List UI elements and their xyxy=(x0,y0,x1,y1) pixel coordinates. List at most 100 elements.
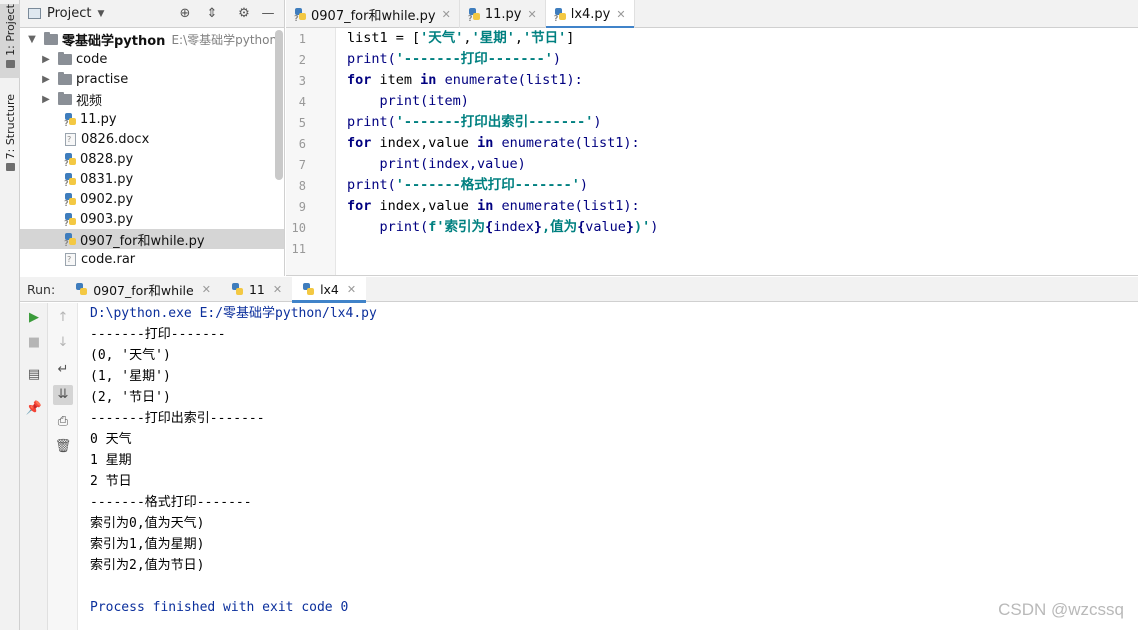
tree-scrollbar[interactable] xyxy=(275,30,283,180)
tree-root[interactable]: ▼ 零基础学python E:\零基础学python xyxy=(20,29,284,49)
run-tab-lx4[interactable]: lx4 ✕ xyxy=(292,276,367,303)
tree-file[interactable]: ? 11.py xyxy=(20,109,284,129)
tree-item-label: 0831.py xyxy=(80,171,134,187)
console-line: (0, '天气') xyxy=(90,348,171,363)
python-file-icon: ? xyxy=(64,112,77,128)
run-tab-bar: Run: 0907_for和while ✕ 11 ✕ lx4 ✕ xyxy=(20,276,1138,303)
python-file-icon: ? xyxy=(64,172,77,188)
tree-file[interactable]: 0826.docx xyxy=(20,129,284,149)
editor-tab-label: 11.py xyxy=(484,6,522,22)
chevron-right-icon[interactable]: ▶ xyxy=(40,54,52,65)
run-console[interactable]: D:\python.exe E:/零基础学python/lx4.py -----… xyxy=(79,303,1138,630)
python-file-icon: ? xyxy=(294,7,307,23)
pin-icon[interactable]: 📌 xyxy=(24,399,44,419)
builtin-token: print( xyxy=(347,114,396,130)
python-file-icon: ? xyxy=(64,212,77,228)
editor-tab-lx4[interactable]: ? lx4.py ✕ xyxy=(545,0,635,29)
tree-file-selected[interactable]: ? 0907_for和while.py xyxy=(20,229,284,249)
code-token: index,value xyxy=(371,198,478,214)
hide-panel-icon[interactable]: — xyxy=(260,6,276,22)
console-line: (2, '节日') xyxy=(90,390,171,405)
tree-folder-practise[interactable]: ▶ practise xyxy=(20,69,284,89)
run-tab-11[interactable]: 11 ✕ xyxy=(221,277,292,302)
structure-tool-icon xyxy=(5,163,15,172)
editor-tab-0907[interactable]: ? 0907_for和while.py ✕ xyxy=(286,0,460,28)
trash-icon[interactable]: 🗑 xyxy=(53,437,73,457)
line-number: 3 xyxy=(298,74,306,88)
string-token: '-------打印出索引-------' xyxy=(395,114,594,130)
tree-file[interactable]: ? 0903.py xyxy=(20,209,284,229)
close-icon[interactable]: ✕ xyxy=(273,283,282,296)
tree-file[interactable]: ? 0831.py xyxy=(20,169,284,189)
keyword-token: for xyxy=(347,72,372,88)
tree-folder-video[interactable]: ▶ 视频 xyxy=(20,89,284,109)
code-token: , xyxy=(463,30,472,46)
line-number: 10 xyxy=(291,221,306,235)
tree-item-label: 0826.docx xyxy=(81,131,150,147)
code-token: ) xyxy=(579,177,588,193)
chevron-down-icon[interactable]: ▼ xyxy=(26,34,38,45)
chevron-down-icon[interactable]: ▼ xyxy=(97,9,104,19)
tree-item-label: 0828.py xyxy=(80,151,134,167)
line-number: 4 xyxy=(298,95,306,109)
arrow-up-icon[interactable]: ↑ xyxy=(53,308,73,328)
close-icon[interactable]: ✕ xyxy=(616,8,625,21)
code-token: item xyxy=(371,72,421,88)
code-line-5: print('-------打印出索引-------') xyxy=(347,112,601,133)
close-icon[interactable]: ✕ xyxy=(347,283,356,296)
archive-file-icon xyxy=(65,252,76,266)
code-token: ) xyxy=(650,219,659,235)
keyword-token: for xyxy=(347,135,372,151)
tree-file[interactable]: code.rar xyxy=(20,249,284,269)
code-token: index xyxy=(493,219,534,235)
code-token: ] xyxy=(566,30,575,46)
close-icon[interactable]: ✕ xyxy=(442,8,451,21)
gear-icon[interactable]: ⚙ xyxy=(236,6,252,22)
python-run-icon xyxy=(75,282,88,296)
code-token: value xyxy=(585,219,626,235)
print-icon[interactable]: ⎙ xyxy=(53,412,73,432)
code-editor[interactable]: 1 2 3 4 5 6 7 8 9 10 11 list1 = ['天气','星… xyxy=(286,28,1138,276)
console-command-line: D:\python.exe E:/零基础学python/lx4.py xyxy=(90,306,377,321)
line-number: 7 xyxy=(298,158,306,172)
scroll-to-end-icon[interactable]: ⇊ xyxy=(53,385,73,405)
tree-file[interactable]: ? 0902.py xyxy=(20,189,284,209)
editor-tab-11[interactable]: ? 11.py ✕ xyxy=(460,0,546,28)
builtin-token: enumerate(list1): xyxy=(493,198,640,214)
structure-tool-tab[interactable]: 7: Structure xyxy=(0,94,20,174)
tree-item-label: 11.py xyxy=(80,111,117,127)
run-tab-label: 0907_for和while xyxy=(93,282,194,298)
chevron-right-icon[interactable]: ▶ xyxy=(40,94,52,105)
tree-folder-code[interactable]: ▶ code xyxy=(20,49,284,69)
python-file-icon: ? xyxy=(64,232,77,248)
console-line: -------打印------- xyxy=(90,327,226,342)
collapse-all-icon[interactable]: ⇕ xyxy=(204,6,220,22)
tree-file[interactable]: ? 0828.py xyxy=(20,149,284,169)
python-run-icon xyxy=(231,282,244,296)
console-toolbar: ↑ ↓ ↵ ⇊ ⎙ 🗑 xyxy=(48,303,78,630)
chevron-right-icon[interactable]: ▶ xyxy=(40,74,52,85)
run-tab-label: 11 xyxy=(248,281,265,297)
folder-icon xyxy=(58,51,72,65)
code-line-1: list1 = ['天气','星期','节日'] xyxy=(347,28,574,49)
locate-file-icon[interactable]: ⊕ xyxy=(177,6,193,22)
folder-icon xyxy=(44,31,58,45)
brace-token: } xyxy=(533,219,542,235)
layout-icon[interactable]: ▤ xyxy=(24,365,44,385)
keyword-token: in xyxy=(477,135,494,151)
run-tab-0907[interactable]: 0907_for和while ✕ xyxy=(65,277,221,302)
code-token: list1 = [ xyxy=(347,30,421,46)
close-icon[interactable]: ✕ xyxy=(527,8,536,21)
console-line: 索引为0,值为天气) xyxy=(90,516,205,531)
line-number: 5 xyxy=(298,116,306,130)
rerun-icon[interactable]: ▶ xyxy=(24,308,44,328)
project-view-selector[interactable]: Project xyxy=(47,6,91,21)
stop-icon[interactable]: ■ xyxy=(24,333,44,353)
soft-wrap-icon[interactable]: ↵ xyxy=(53,360,73,380)
line-number-gutter: 1 2 3 4 5 6 7 8 9 10 11 xyxy=(286,28,336,275)
close-icon[interactable]: ✕ xyxy=(202,283,211,296)
arrow-down-icon[interactable]: ↓ xyxy=(53,333,73,353)
project-tool-tab[interactable]: 1: Project xyxy=(0,4,20,78)
keyword-token: for xyxy=(347,198,372,214)
project-tool-icon xyxy=(5,59,15,68)
